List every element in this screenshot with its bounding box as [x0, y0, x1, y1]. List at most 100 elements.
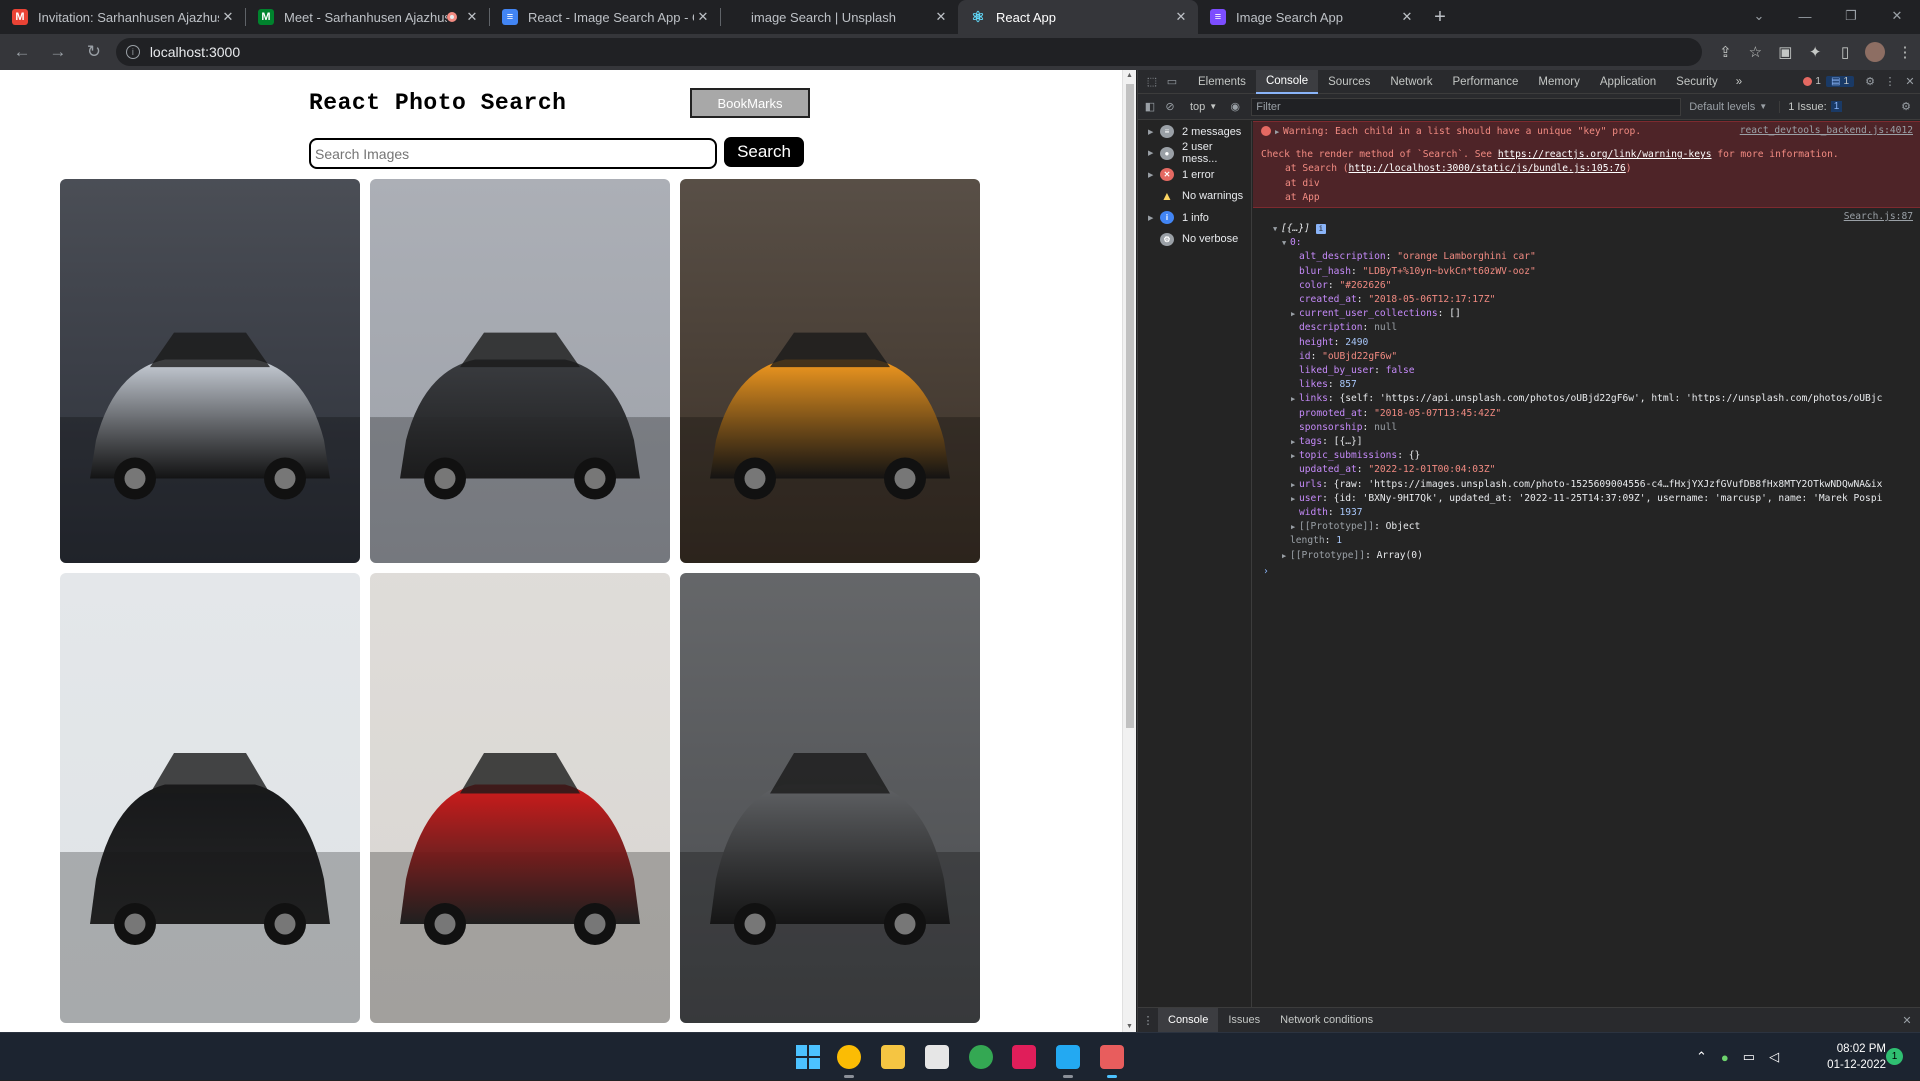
devtools-menu-icon[interactable]: ⋮: [1880, 72, 1900, 92]
close-tab-icon[interactable]: ✕: [932, 9, 950, 25]
expand-triangle-icon[interactable]: ▶: [1291, 307, 1299, 321]
search-button[interactable]: Search: [724, 137, 804, 167]
scroll-down-icon[interactable]: ▼: [1126, 1023, 1133, 1030]
close-tab-icon[interactable]: ✕: [1172, 9, 1190, 25]
log-property[interactable]: ▶ urls: {raw: 'https://images.unsplash.co…: [1253, 478, 1920, 492]
log-property[interactable]: ▶ user: {id: 'BXNy-9HI7Qk', updated_at: '…: [1253, 492, 1920, 506]
side-panel-icon[interactable]: ▯: [1830, 38, 1860, 66]
scrollbar-thumb[interactable]: [1126, 84, 1134, 728]
browser-tab[interactable]: ≡ React - Image Search App - Goo✕: [490, 0, 720, 34]
close-drawer-icon[interactable]: ✕: [1897, 1010, 1917, 1030]
extension-icon[interactable]: ▣: [1770, 38, 1800, 66]
reload-icon[interactable]: ↻: [80, 38, 108, 66]
close-tab-icon[interactable]: ✕: [694, 9, 712, 25]
page-scrollbar[interactable]: ▲ ▼: [1122, 70, 1136, 1032]
devtools-tab-memory[interactable]: Memory: [1528, 70, 1590, 94]
message-counter[interactable]: ▤ 1: [1825, 76, 1854, 87]
error-source-link[interactable]: react_devtools_backend.js:4012: [1740, 124, 1913, 138]
photo-card[interactable]: [60, 573, 360, 1023]
expand-triangle-icon[interactable]: ▶: [1291, 435, 1299, 449]
tray-overflow-icon[interactable]: ⌃: [1696, 1049, 1707, 1065]
log-property[interactable]: ▶ links: {self: 'https://api.unsplash.com…: [1253, 392, 1920, 406]
forward-icon[interactable]: →: [44, 38, 72, 66]
photo-card[interactable]: [60, 179, 360, 563]
expand-triangle-icon[interactable]: ▶: [1282, 549, 1290, 563]
clock[interactable]: 08:02 PM 01-12-2022: [1808, 1033, 1886, 1081]
share-icon[interactable]: ⇪: [1710, 38, 1740, 66]
devtools-tab-security[interactable]: Security: [1666, 70, 1728, 94]
context-selector[interactable]: top ▼: [1186, 101, 1221, 113]
log-levels-dropdown[interactable]: Default levels ▼: [1689, 101, 1767, 113]
console-filter-verbose[interactable]: ⚙ No verbose: [1138, 229, 1251, 251]
devtools-tab-sources[interactable]: Sources: [1318, 70, 1380, 94]
photo-card[interactable]: [370, 573, 670, 1023]
expand-triangle-icon[interactable]: ▼: [1282, 236, 1290, 250]
scroll-up-icon[interactable]: ▲: [1126, 72, 1133, 79]
log-property[interactable]: ▶ [[Prototype]]: Array(0): [1253, 549, 1920, 563]
console-filter-info[interactable]: ▶ i 1 info: [1138, 207, 1251, 229]
expand-triangle-icon[interactable]: ▶: [1148, 128, 1160, 136]
console-filter-error[interactable]: ▶ ✕ 1 error: [1138, 164, 1251, 186]
drawer-tab-issues[interactable]: Issues: [1218, 1008, 1270, 1033]
console-filter-messages[interactable]: ▶ ≡ 2 messages: [1138, 121, 1251, 143]
tab-search-icon[interactable]: ⌄: [1736, 0, 1782, 32]
microphone-icon[interactable]: ●: [1721, 1050, 1729, 1065]
devtools-tab-console[interactable]: Console: [1255, 69, 1319, 94]
notification-badge[interactable]: 1: [1886, 1048, 1903, 1065]
warning-keys-link[interactable]: https://reactjs.org/link/warning-keys: [1498, 149, 1712, 160]
console-filter-input[interactable]: Filter: [1251, 97, 1682, 116]
console-prompt[interactable]: ›: [1253, 565, 1920, 579]
drawer-menu-icon[interactable]: ⋮: [1138, 1010, 1158, 1030]
log-property[interactable]: ▼ [{…}] i: [1253, 222, 1920, 236]
console-filter-warning[interactable]: ▲ No warnings: [1138, 186, 1251, 208]
devtools-tab-elements[interactable]: Elements: [1188, 70, 1256, 94]
chrome-profile-icon[interactable]: [964, 1040, 998, 1074]
snipping-icon[interactable]: [1095, 1040, 1129, 1078]
close-tab-icon[interactable]: ✕: [219, 9, 237, 25]
error-counter[interactable]: 1: [1798, 76, 1826, 87]
photo-card[interactable]: [680, 179, 980, 563]
search-input[interactable]: [309, 138, 717, 169]
slack-icon[interactable]: [1007, 1040, 1041, 1074]
expand-triangle-icon[interactable]: ▶: [1291, 478, 1299, 492]
extensions-puzzle-icon[interactable]: ✦: [1800, 38, 1830, 66]
close-tab-icon[interactable]: ✕: [1398, 9, 1416, 25]
devtools-more-tabs[interactable]: »: [1728, 70, 1750, 94]
console-filter-user[interactable]: ▶ ● 2 user mess...: [1138, 141, 1251, 165]
drawer-tab-console[interactable]: Console: [1158, 1007, 1219, 1033]
close-tab-icon[interactable]: ✕: [463, 9, 481, 25]
settings-gear-icon[interactable]: ⚙: [1860, 72, 1880, 92]
store-icon[interactable]: [920, 1040, 954, 1074]
log-property[interactable]: ▶ tags: [{…}]: [1253, 435, 1920, 449]
log-property[interactable]: ▼ 0:: [1253, 236, 1920, 250]
browser-tab[interactable]: ≡ Image Search App ✕: [1198, 0, 1424, 34]
expand-triangle-icon[interactable]: ▶: [1291, 492, 1299, 506]
browser-tab[interactable]: M Invitation: Sarhanhusen Ajazhuse ✕: [0, 0, 245, 34]
expand-triangle-icon[interactable]: ▶: [1291, 520, 1299, 534]
network-icon[interactable]: ▭: [1743, 1049, 1755, 1065]
close-window-icon[interactable]: ✕: [1874, 0, 1920, 32]
site-info-icon[interactable]: i: [125, 45, 140, 59]
volume-icon[interactable]: ◁: [1769, 1049, 1779, 1065]
live-expression-eye-icon[interactable]: ◉: [1225, 97, 1245, 117]
devtools-tab-network[interactable]: Network: [1380, 70, 1442, 94]
log-property[interactable]: ▶ current_user_collections: []: [1253, 307, 1920, 321]
devtools-tab-application[interactable]: Application: [1590, 70, 1666, 94]
photo-card[interactable]: [370, 179, 670, 563]
issues-button[interactable]: 1 Issue: 1: [1779, 100, 1843, 113]
log-property[interactable]: ▶ [[Prototype]]: Object: [1253, 520, 1920, 534]
back-icon[interactable]: ←: [8, 38, 36, 66]
console-settings-icon[interactable]: ⚙: [1896, 97, 1916, 117]
browser-tab[interactable]: ⚛ React App ✕: [958, 0, 1198, 34]
photo-card[interactable]: [680, 573, 980, 1023]
expand-triangle-icon[interactable]: ▶: [1148, 149, 1160, 157]
drawer-tab-network-conditions[interactable]: Network conditions: [1270, 1008, 1383, 1033]
new-tab-button[interactable]: +: [1424, 0, 1456, 34]
device-toolbar-icon[interactable]: ▭: [1162, 72, 1182, 92]
restore-icon[interactable]: ❐: [1828, 0, 1874, 32]
chrome-icon[interactable]: [832, 1040, 866, 1078]
bookmarks-button[interactable]: BookMarks: [690, 88, 810, 118]
devtools-tab-performance[interactable]: Performance: [1443, 70, 1529, 94]
expand-triangle-icon[interactable]: ▶: [1275, 125, 1283, 139]
info-icon[interactable]: i: [1315, 224, 1326, 235]
